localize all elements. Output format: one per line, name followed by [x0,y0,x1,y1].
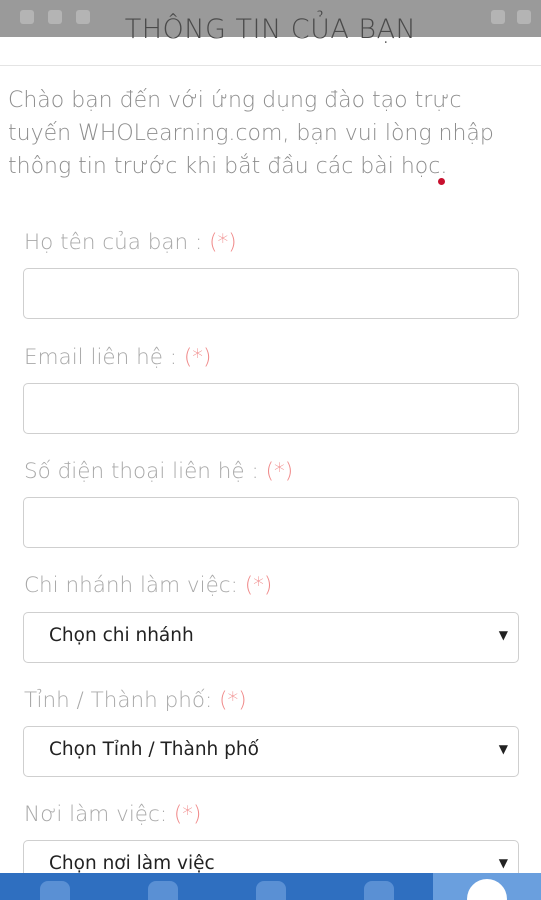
intro-text: Chào bạn đến với ứng dụng đào tạo trực t… [8,88,494,179]
user-icon [467,879,507,900]
phone-label: Số điện thoại liên hệ : (*) [24,459,293,484]
required-mark: (*) [219,688,247,713]
province-label: Tỉnh / Thành phố: (*) [24,688,247,713]
required-mark: (*) [173,802,202,827]
email-label: Email liên hệ : (*) [24,345,211,370]
bottom-nav [0,873,541,900]
chat-icon [364,881,394,900]
province-label-text: Tỉnh / Thành phố: [24,688,213,713]
book-icon [148,881,178,900]
province-select[interactable]: Chọn Tỉnh / Thành phố ▼ [23,726,519,777]
page-header: THÔNG TIN CỦA BẠN [0,0,541,66]
phone-input[interactable] [23,497,519,548]
phone-label-text: Số điện thoại liên hệ : [24,459,259,484]
branch-selected-value: Chọn chi nhánh [49,625,194,646]
required-mark: (*) [244,573,273,598]
province-selected-value: Chọn Tỉnh / Thành phố [49,739,259,760]
chevron-down-icon: ▼ [498,742,508,756]
branch-select[interactable]: Chọn chi nhánh ▼ [23,612,519,663]
page-title: THÔNG TIN CỦA BẠN [124,14,417,45]
chevron-down-icon: ▼ [498,856,508,870]
nav-home[interactable] [20,873,90,900]
required-mark: (*) [183,345,212,370]
branch-label-text: Chi nhánh làm việc: [24,573,238,598]
fullname-label-text: Họ tên của bạn : [24,230,203,255]
branch-label: Chi nhánh làm việc: (*) [24,573,272,598]
required-mark: (*) [209,230,237,255]
fullname-label: Họ tên của bạn : (*) [24,230,237,255]
nav-courses[interactable] [128,873,198,900]
email-label-text: Email liên hệ : [24,345,178,370]
required-mark: (*) [265,459,294,484]
fullname-input[interactable] [23,268,519,319]
graduation-cap-icon [256,881,286,900]
nav-profile[interactable] [433,873,541,900]
nav-learning[interactable] [236,873,306,900]
email-input[interactable] [23,383,519,434]
workplace-label-text: Nơi làm việc: [24,802,168,827]
chevron-down-icon: ▼ [498,628,508,642]
workplace-label: Nơi làm việc: (*) [24,802,201,827]
indicator-dot [438,178,445,185]
home-icon [40,881,70,900]
nav-messages[interactable] [344,873,414,900]
header-divider [0,65,541,66]
workplace-selected-value: Chọn nơi làm việc [49,853,215,874]
